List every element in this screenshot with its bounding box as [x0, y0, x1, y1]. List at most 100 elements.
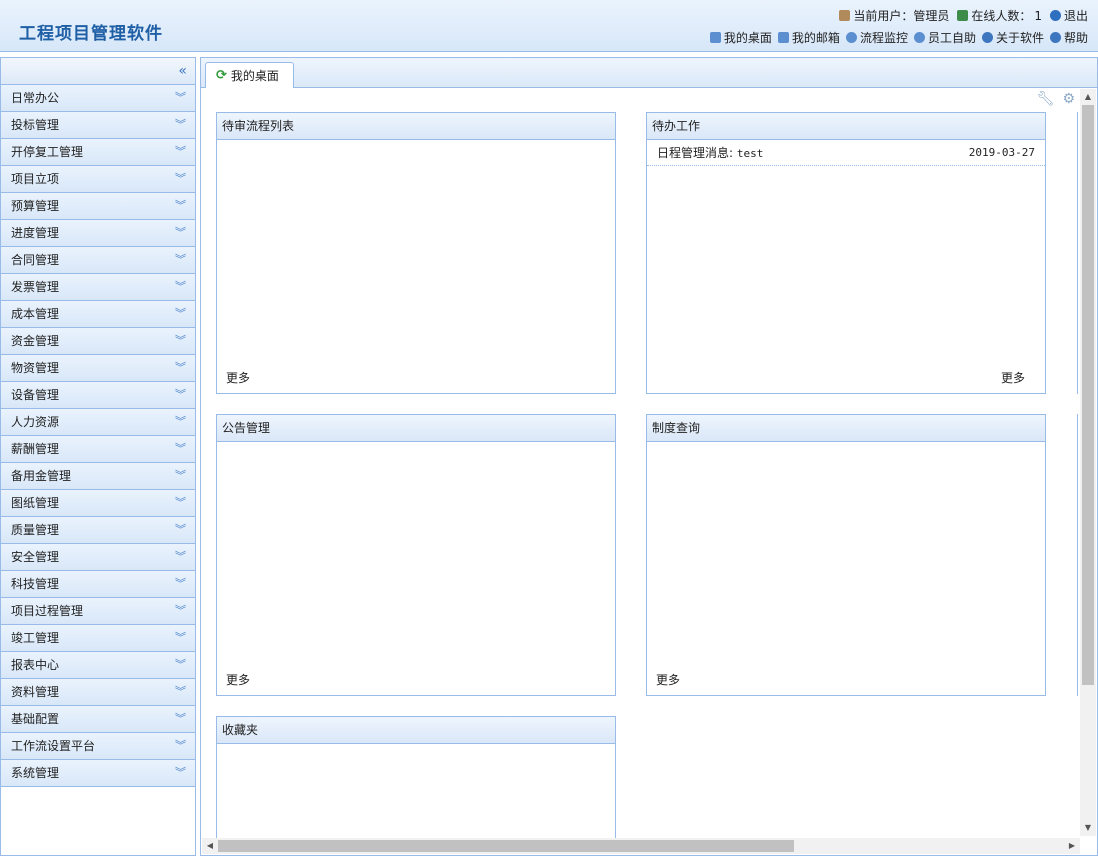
chevron-down-icon: ︾	[175, 145, 186, 158]
online-users-icon	[957, 10, 969, 21]
sidebar-item-label: 竣工管理	[11, 631, 60, 645]
sidebar-item-label: 开停复工管理	[11, 145, 84, 159]
wrench-icon[interactable]: 🔧︎	[1037, 91, 1055, 107]
more-link[interactable]: 更多	[1001, 369, 1025, 386]
nav-label: 我的桌面	[723, 31, 772, 45]
sidebar-item-label: 投标管理	[11, 118, 60, 132]
main-panel: ⟳ 我的桌面 🔧︎ ⚙ 待审流程列表 更多 待办工作 日程管理消息: test …	[200, 57, 1098, 856]
refresh-icon	[845, 32, 857, 43]
logout-link[interactable]: 退出	[1049, 7, 1088, 24]
chevron-down-icon: ︾	[175, 442, 186, 455]
nav-about[interactable]: 关于软件	[981, 29, 1044, 46]
sidebar-item[interactable]: 基础配置 ︾	[1, 706, 195, 733]
sidebar-item-label: 图纸管理	[11, 496, 60, 510]
tab-my-desktop[interactable]: ⟳ 我的桌面	[205, 62, 294, 88]
portlet-title: 待办工作	[647, 113, 1045, 140]
chevron-down-icon: ︾	[175, 334, 186, 347]
sidebar-item[interactable]: 预算管理 ︾	[1, 193, 195, 220]
vertical-scrollbar[interactable]: ▲ ▼	[1080, 89, 1096, 836]
sidebar-item[interactable]: 资料管理 ︾	[1, 679, 195, 706]
horizontal-scrollbar[interactable]: ◀ ▶	[202, 838, 1080, 854]
sidebar-item[interactable]: 备用金管理 ︾	[1, 463, 195, 490]
sidebar-item-label: 项目立项	[11, 172, 60, 186]
chevron-down-icon: ︾	[175, 253, 186, 266]
chevron-down-icon: ︾	[175, 199, 186, 212]
header-nav: 我的桌面 我的邮箱 流程监控 员工自助 关于软件 帮助	[709, 29, 1088, 46]
sidebar-item[interactable]: 进度管理 ︾	[1, 220, 195, 247]
sidebar-item[interactable]: 科技管理 ︾	[1, 571, 195, 598]
sidebar-item-label: 安全管理	[11, 550, 60, 564]
chevron-down-icon: ︾	[175, 685, 186, 698]
nav-help[interactable]: 帮助	[1049, 29, 1088, 46]
chevron-down-icon: ︾	[175, 577, 186, 590]
nav-label: 帮助	[1063, 31, 1088, 45]
sidebar-item-label: 进度管理	[11, 226, 60, 240]
chevron-down-icon: ︾	[175, 388, 186, 401]
chevron-down-icon: ︾	[175, 307, 186, 320]
nav-label: 流程监控	[859, 31, 908, 45]
scroll-up-icon[interactable]: ▲	[1080, 89, 1096, 105]
nav-label: 员工自助	[927, 31, 976, 45]
sidebar-item[interactable]: 薪酬管理 ︾	[1, 436, 195, 463]
mail-icon	[777, 32, 789, 43]
sidebar-item[interactable]: 设备管理 ︾	[1, 382, 195, 409]
task-date: 2019-03-27	[968, 146, 1035, 159]
scroll-right-icon[interactable]: ▶	[1064, 838, 1080, 854]
gear-icon[interactable]: ⚙	[1062, 91, 1075, 107]
sidebar-item[interactable]: 工作流设置平台 ︾	[1, 733, 195, 760]
chevron-down-icon: ︾	[175, 550, 186, 563]
nav-my-desktop[interactable]: 我的桌面	[709, 29, 772, 46]
help-icon	[1049, 32, 1061, 43]
sidebar-item[interactable]: 开停复工管理 ︾	[1, 139, 195, 166]
sidebar-menu: 日常办公 ︾ 投标管理 ︾ 开停复工管理 ︾ 项目立项 ︾ 预算管理 ︾ 进度管理 ︾ 合同管理 ︾ 发票管…	[1, 85, 195, 787]
collapse-sidebar-icon[interactable]: «	[178, 63, 187, 79]
sidebar-item-label: 发票管理	[11, 280, 60, 294]
sidebar-item[interactable]: 人力资源 ︾	[1, 409, 195, 436]
sidebar-item-label: 系统管理	[11, 766, 60, 780]
sidebar-item[interactable]: 资金管理 ︾	[1, 328, 195, 355]
scroll-thumb[interactable]	[1082, 105, 1094, 685]
sidebar-item[interactable]: 成本管理 ︾	[1, 301, 195, 328]
chevron-down-icon: ︾	[175, 280, 186, 293]
sidebar-item[interactable]: 报表中心 ︾	[1, 652, 195, 679]
sidebar-item[interactable]: 发票管理 ︾	[1, 274, 195, 301]
nav-flow-monitor[interactable]: 流程监控	[845, 29, 908, 46]
sidebar-item-label: 资金管理	[11, 334, 60, 348]
chevron-down-icon: ︾	[175, 658, 186, 671]
sidebar-item[interactable]: 质量管理 ︾	[1, 517, 195, 544]
nav-my-mailbox[interactable]: 我的邮箱	[777, 29, 840, 46]
portlet-policy: 制度查询 更多	[646, 414, 1046, 696]
more-link[interactable]: 更多	[656, 671, 680, 688]
scroll-thumb[interactable]	[218, 840, 794, 852]
sidebar-item[interactable]: 图纸管理 ︾	[1, 490, 195, 517]
chevron-down-icon: ︾	[175, 712, 186, 725]
sidebar-item-label: 日常办公	[11, 91, 60, 105]
more-link[interactable]: 更多	[226, 369, 250, 386]
scroll-down-icon[interactable]: ▼	[1080, 820, 1096, 836]
nav-self-service[interactable]: 员工自助	[913, 29, 976, 46]
more-link[interactable]: 更多	[226, 671, 250, 688]
task-title: 日程管理消息:	[657, 146, 734, 160]
sidebar-item[interactable]: 日常办公 ︾	[1, 85, 195, 112]
chevron-down-icon: ︾	[175, 469, 186, 482]
chevron-down-icon: ︾	[175, 604, 186, 617]
scroll-left-icon[interactable]: ◀	[202, 838, 218, 854]
online-count: 1	[1034, 8, 1042, 23]
sidebar-item[interactable]: 投标管理 ︾	[1, 112, 195, 139]
sidebar-item[interactable]: 竣工管理 ︾	[1, 625, 195, 652]
sidebar-item[interactable]: 安全管理 ︾	[1, 544, 195, 571]
sidebar-header: «	[1, 58, 195, 85]
portlet-title: 收藏夹	[217, 717, 615, 744]
online-label: 在线人数：	[971, 9, 1032, 23]
tab-label: 我的桌面	[230, 69, 279, 83]
sidebar-item[interactable]: 项目立项 ︾	[1, 166, 195, 193]
list-item[interactable]: 日程管理消息: test 2019-03-27	[647, 140, 1045, 166]
sidebar-item[interactable]: 项目过程管理 ︾	[1, 598, 195, 625]
nav-label: 我的邮箱	[791, 31, 840, 45]
refresh-icon: ⟳	[216, 68, 227, 83]
chevron-down-icon: ︾	[175, 415, 186, 428]
sidebar-item-label: 成本管理	[11, 307, 60, 321]
sidebar-item[interactable]: 系统管理 ︾	[1, 760, 195, 787]
sidebar-item[interactable]: 合同管理 ︾	[1, 247, 195, 274]
sidebar-item[interactable]: 物资管理 ︾	[1, 355, 195, 382]
